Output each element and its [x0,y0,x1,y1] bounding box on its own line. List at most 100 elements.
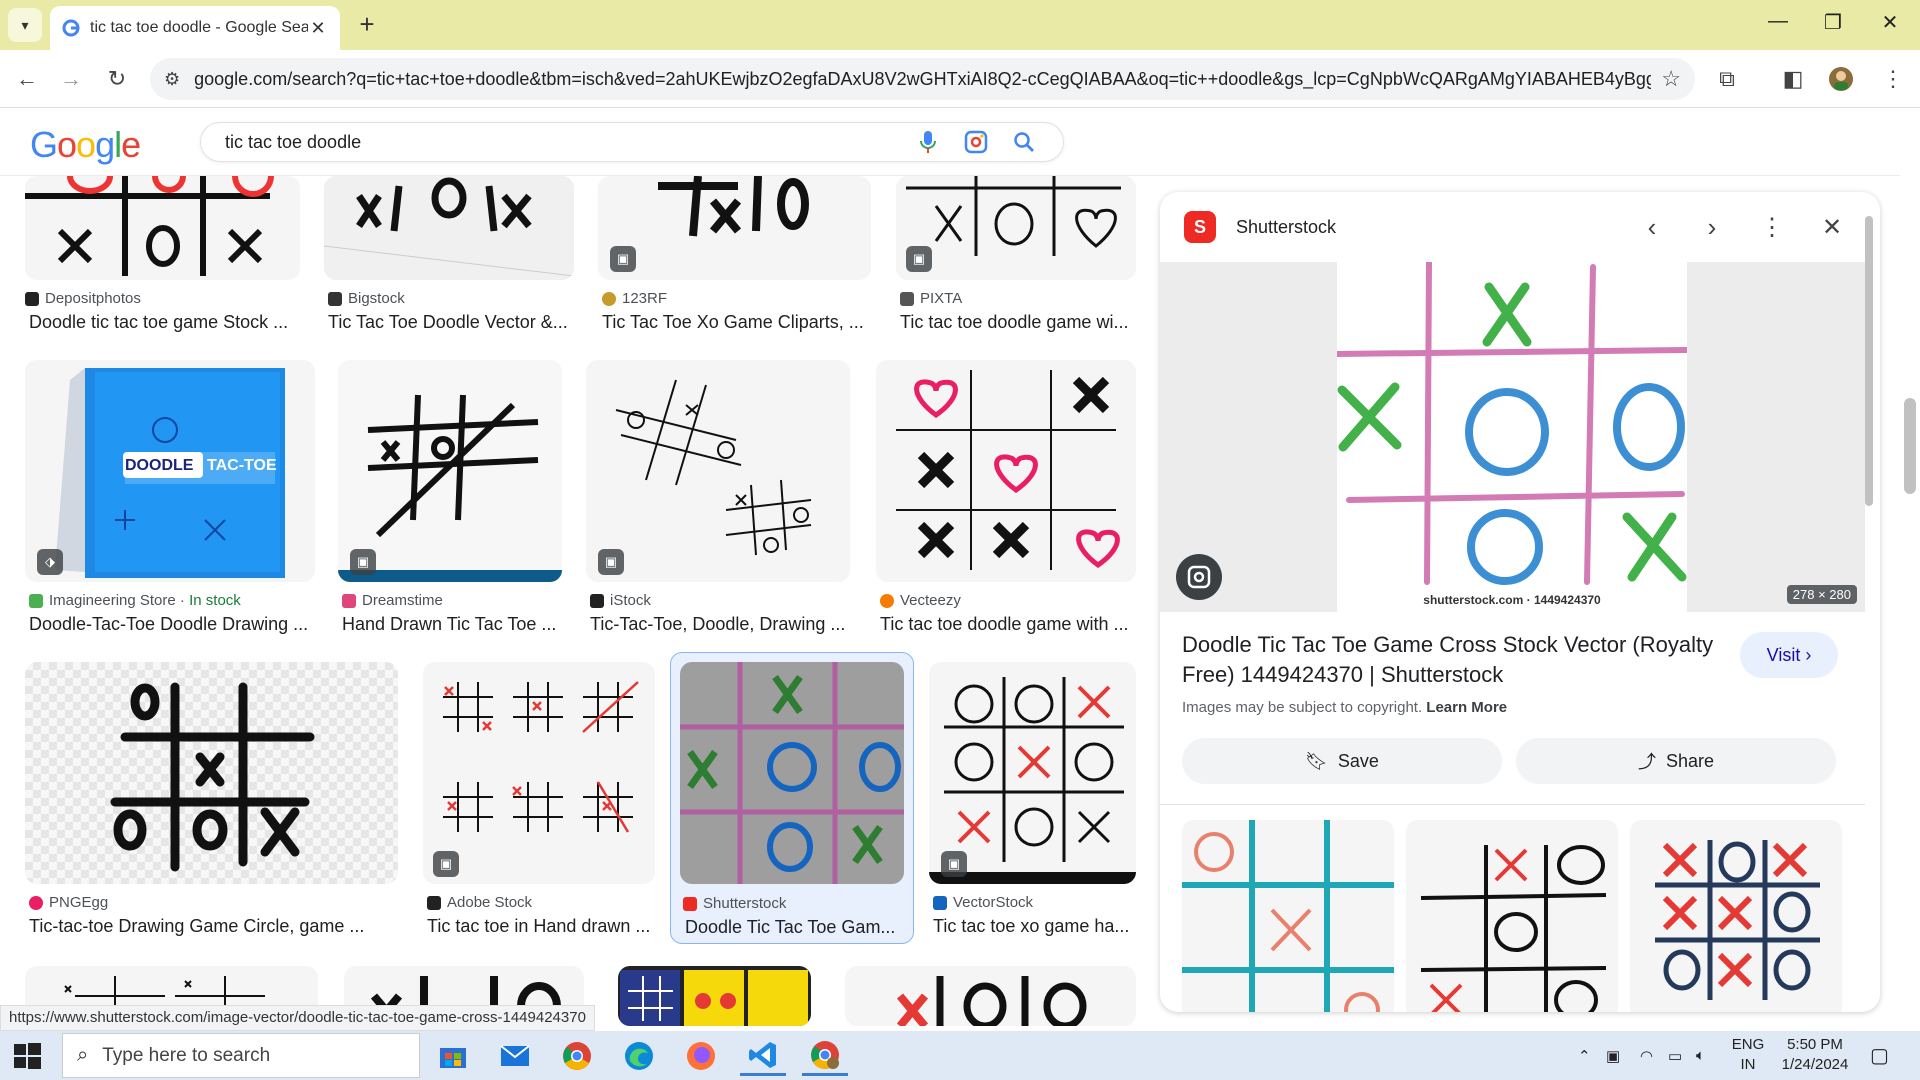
result-card[interactable]: Vecteezy Tic tac toe doodle game with ..… [876,360,1136,640]
result-thumbnail[interactable] [324,176,574,280]
result-thumbnail[interactable] [876,360,1136,582]
previous-result-button[interactable]: ‹ [1628,203,1676,251]
preview-image[interactable]: shutterstock.com · 1449424370 [1334,259,1690,612]
result-thumbnail[interactable] [423,662,655,884]
result-source: iStock [590,592,651,609]
clock[interactable]: 5:50 PM 1/24/2024 [1770,1035,1860,1075]
related-image[interactable] [1182,820,1394,1012]
search-icon[interactable] [1009,127,1039,157]
site-info-icon[interactable]: ⚙ [164,69,180,90]
result-card-selected[interactable]: Shutterstock Doodle Tic Tac Toe Gam... [670,652,914,944]
forward-button[interactable]: → [52,60,90,98]
page-scrollbar-thumb[interactable] [1904,398,1916,494]
result-card[interactable]: ▣ iStock Tic-Tac-Toe, Doodle, Drawing ..… [586,360,850,640]
lens-camera-icon[interactable] [961,127,991,157]
result-thumbnail[interactable] [845,966,1136,1026]
result-thumbnail[interactable] [25,176,300,280]
learn-more-link[interactable]: Learn More [1426,699,1507,716]
panel-image-title[interactable]: Doodle Tic Tac Toe Game Cross Stock Vect… [1182,630,1742,690]
url-text[interactable]: google.com/search?q=tic+tac+toe+doodle&t… [194,69,1651,90]
search-input[interactable]: tic tac toe doodle [225,132,895,153]
result-card[interactable]: ▣ Adobe Stock Tic tac toe in Hand drawn … [423,662,655,942]
result-thumbnail[interactable] [680,662,904,884]
result-card[interactable] [618,966,811,1026]
browser-menu-icon[interactable]: ⋮ [1874,60,1912,98]
windows-start-icon[interactable] [12,1041,42,1071]
result-card[interactable]: PNGEgg Tic-tac-toe Drawing Game Circle, … [25,662,398,942]
result-card[interactable]: ▣ VectorStock Tic tac toe xo game ha... [929,662,1136,942]
save-button[interactable]: 🔖︎ Save [1182,738,1502,784]
back-button[interactable]: ← [8,60,46,98]
result-caption[interactable]: Tic tac toe xo game ha... [933,916,1136,937]
side-panel-icon[interactable]: ◧ [1774,60,1812,98]
page-scrollbar[interactable] [1900,108,1920,1031]
result-thumbnail[interactable] [896,176,1136,280]
result-caption[interactable]: Tic tac toe in Hand drawn ... [427,916,655,937]
result-card[interactable]: Depositphotos Doodle tic tac toe game St… [25,176,300,346]
result-card[interactable]: Bigstock Tic Tac Toe Doodle Vector &... [324,176,574,346]
panel-scrollbar[interactable] [1862,210,1876,1010]
result-thumbnail[interactable] [598,176,871,280]
firefox-icon[interactable] [678,1036,724,1076]
panel-scrollbar-thumb[interactable] [1865,216,1873,506]
close-window-button[interactable]: ✕ [1870,10,1910,35]
wifi-icon[interactable]: ◠ [1640,1031,1653,1080]
result-caption[interactable]: Tic-Tac-Toe, Doodle, Drawing ... [590,614,850,635]
result-caption[interactable]: Tic Tac Toe Xo Game Cliparts, ... [602,312,870,333]
device-tray-icon[interactable]: ▣ [1606,1031,1620,1080]
result-card[interactable]: ▣ 123RF Tic Tac Toe Xo Game Cliparts, ..… [598,176,871,346]
restore-button[interactable]: ❐ [1813,10,1853,35]
next-result-button[interactable]: › [1688,203,1736,251]
reload-button[interactable]: ↻ [98,60,136,98]
bookmark-star-icon[interactable]: ☆ [1661,66,1681,92]
extensions-icon[interactable]: ⧉ [1708,60,1746,98]
chrome-profile-icon[interactable] [802,1036,848,1076]
result-card[interactable]: DOODLE TAC-TOE ⬗ Imagineering Store · In … [25,360,315,640]
chrome-icon[interactable] [554,1036,600,1076]
result-caption[interactable]: Doodle Tic Tac Toe Gam... [685,917,911,938]
result-caption[interactable]: Tic-tac-toe Drawing Game Circle, game ..… [29,916,399,937]
vscode-icon[interactable] [740,1036,786,1076]
mail-icon[interactable] [492,1036,538,1076]
google-logo[interactable]: Google [30,124,141,166]
battery-icon[interactable]: ▭ [1668,1031,1682,1080]
related-image[interactable] [1406,820,1618,1012]
close-panel-button[interactable]: ✕ [1808,203,1856,251]
result-thumbnail[interactable]: DOODLE TAC-TOE [25,360,315,582]
tab-close-icon[interactable]: ✕ [308,18,328,39]
result-card[interactable]: ▣ PIXTA Tic tac toe doodle game wi... [896,176,1136,346]
microphone-icon[interactable] [913,127,943,157]
visit-button[interactable]: Visit › [1740,632,1838,678]
more-options-icon[interactable]: ⋮ [1748,203,1796,251]
minimize-button[interactable]: — [1758,10,1798,33]
share-button[interactable]: ⤴ Share [1516,738,1836,784]
result-caption[interactable]: Doodle-Tac-Toe Doodle Drawing ... [29,614,315,635]
notifications-icon[interactable]: ▢ [1870,1031,1889,1080]
result-thumbnail[interactable] [618,966,811,1026]
result-thumbnail[interactable] [586,360,850,582]
result-caption[interactable]: Doodle tic tac toe game Stock ... [29,312,299,333]
show-hidden-icons[interactable]: ⌃ [1578,1031,1591,1080]
result-card[interactable]: ▣ Dreamstime Hand Drawn Tic Tac Toe ... [338,360,562,640]
related-image[interactable] [1630,820,1842,1012]
result-thumbnail[interactable] [25,662,398,884]
result-caption[interactable]: Hand Drawn Tic Tac Toe ... [342,614,562,635]
profile-avatar[interactable] [1822,60,1860,98]
active-tab[interactable]: tic tac toe doodle - Google Sea ✕ [50,6,340,50]
result-caption[interactable]: Tic Tac Toe Doodle Vector &... [328,312,574,333]
result-card[interactable] [845,966,1136,1026]
lens-search-icon[interactable] [1176,554,1222,600]
panel-source-name[interactable]: Shutterstock [1236,217,1616,238]
search-box[interactable]: tic tac toe doodle [200,122,1064,162]
microsoft-store-icon[interactable] [430,1036,476,1076]
tab-search-button[interactable]: ▾ [8,8,42,42]
taskbar-search[interactable]: ⌕ Type here to search [62,1033,420,1078]
result-source: Shutterstock [683,895,786,912]
result-caption[interactable]: Tic tac toe doodle game with ... [880,614,1136,635]
result-caption[interactable]: Tic tac toe doodle game wi... [900,312,1136,333]
new-tab-button[interactable]: + [352,10,382,40]
address-bar[interactable]: ⚙ google.com/search?q=tic+tac+toe+doodle… [150,58,1695,100]
language-indicator[interactable]: ENG IN [1728,1035,1768,1075]
edge-icon[interactable] [616,1036,662,1076]
volume-icon[interactable]: 🔈︎ [1696,1031,1705,1080]
